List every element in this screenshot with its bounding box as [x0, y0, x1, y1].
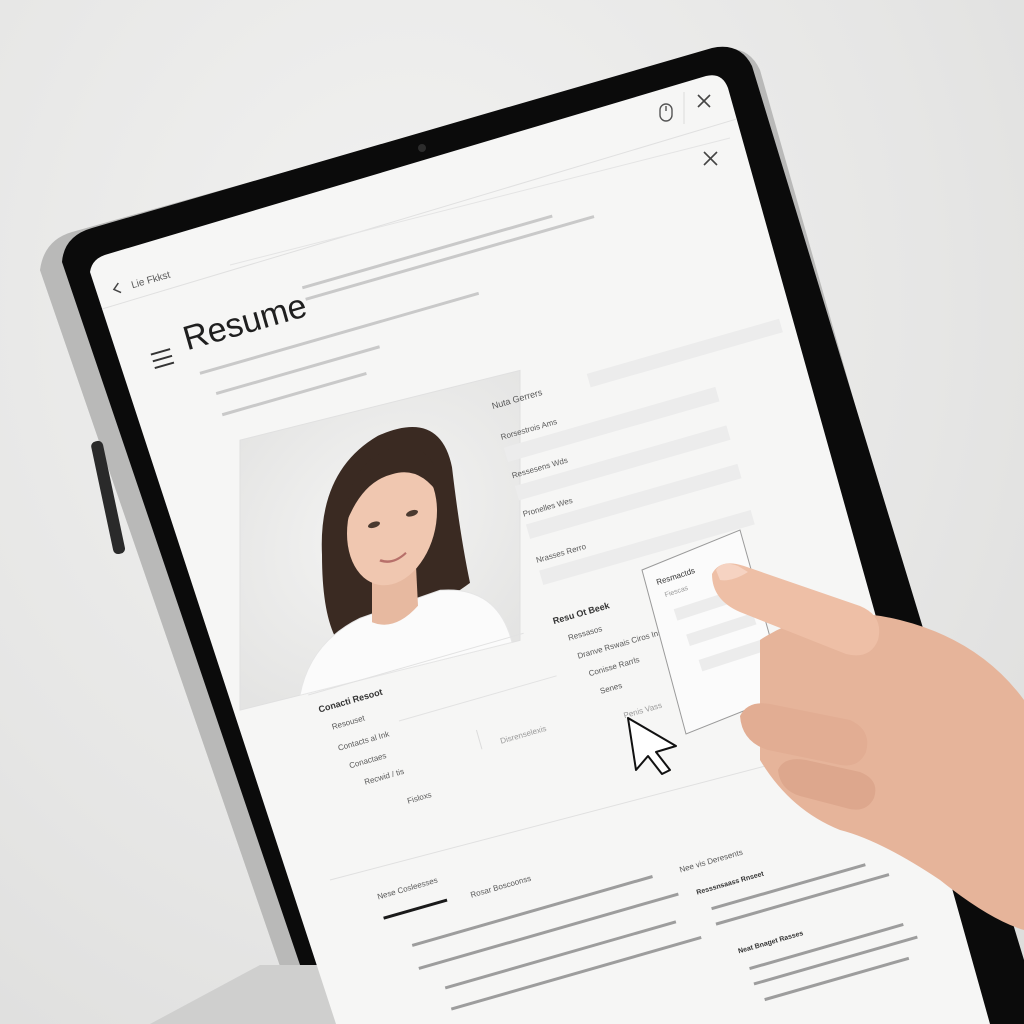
screen: Lie Fkkst Resume Nuta Gerrers Rorsestroi… [90, 75, 990, 1024]
scene: Lie Fkkst Resume Nuta Gerrers Rorsestroi… [0, 0, 1024, 1024]
